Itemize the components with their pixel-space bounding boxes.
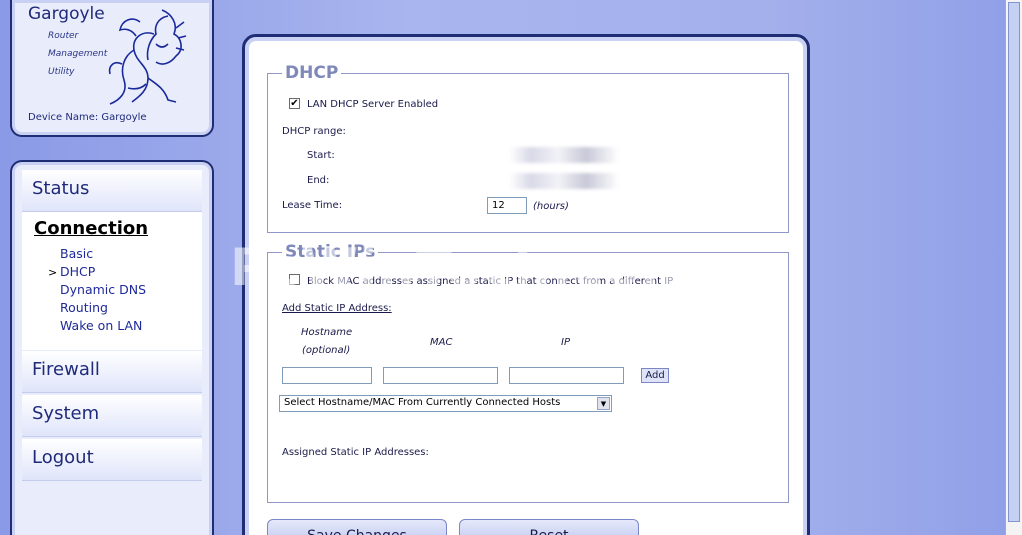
logo-subtitle-utility: Utility	[48, 67, 75, 77]
nav-item-firewall[interactable]: Firewall	[22, 351, 202, 393]
add-button[interactable]: Add	[641, 368, 669, 383]
hostname-input[interactable]	[282, 367, 372, 384]
gargoyle-logo-icon	[108, 9, 187, 105]
selected-arrow-icon: >	[48, 266, 58, 279]
col-hostname: Hostname	[301, 327, 353, 338]
device-name: Device Name: Gargoyle	[28, 112, 147, 123]
logo-subtitle-router: Router	[48, 31, 79, 41]
add-static-ip-label: Add Static IP Address:	[282, 303, 392, 314]
dhcp-enabled-checkbox[interactable]: ✔	[289, 98, 300, 109]
dhcp-end-value-redacted	[509, 173, 619, 189]
dhcp-start-label: Start:	[307, 150, 335, 161]
col-ip: IP	[561, 337, 570, 348]
dhcp-end-label: End:	[307, 175, 330, 186]
nav-subitem-basic[interactable]: Basic	[60, 246, 93, 261]
col-hostname-optional: (optional)	[302, 345, 351, 356]
mac-input[interactable]	[383, 367, 498, 384]
connected-hosts-select[interactable]: Select Hostname/MAC From Currently Conne…	[279, 395, 612, 412]
assigned-static-ips-label: Assigned Static IP Addresses:	[282, 447, 429, 458]
save-changes-button[interactable]: Save Changes	[267, 519, 447, 535]
dhcp-start-value-redacted	[509, 147, 619, 163]
nav-item-status[interactable]: Status	[22, 170, 202, 212]
logo-panel: Gargoyle Router Management Utility Devic…	[10, 0, 214, 137]
watermark: PcWinTech.com	[230, 238, 697, 298]
chevron-down-icon: ▼	[597, 397, 610, 410]
dhcp-enabled-label: LAN DHCP Server Enabled	[307, 99, 439, 110]
nav-item-connection[interactable]: Connection	[34, 218, 148, 239]
nav-subitem-wake-on-lan[interactable]: Wake on LAN	[60, 318, 142, 333]
connected-hosts-select-value: Select Hostname/MAC From Currently Conne…	[284, 397, 561, 408]
reset-button[interactable]: Reset	[459, 519, 639, 535]
col-mac: MAC	[430, 337, 453, 348]
nav-subitem-dhcp[interactable]: DHCP	[60, 264, 95, 279]
scrollbar[interactable]	[1005, 0, 1022, 535]
lease-time-label: Lease Time:	[282, 200, 343, 211]
nav-item-system[interactable]: System	[22, 395, 202, 437]
nav-subitem-dynamic-dns[interactable]: Dynamic DNS	[60, 282, 146, 297]
dhcp-range-label: DHCP range:	[282, 126, 346, 137]
lease-time-input[interactable]	[487, 197, 527, 214]
sidebar-nav: Status Connection Basic > DHCP Dynamic D…	[10, 160, 214, 535]
nav-item-logout[interactable]: Logout	[22, 439, 202, 481]
lease-time-unit: (hours)	[533, 201, 569, 212]
nav-subitem-routing[interactable]: Routing	[60, 300, 108, 315]
dhcp-legend: DHCP	[285, 63, 339, 83]
nav-section-connection: Connection Basic > DHCP Dynamic DNS Rout…	[22, 212, 202, 350]
ip-input[interactable]	[509, 367, 624, 384]
scrollbar-thumb[interactable]	[1008, 2, 1020, 522]
